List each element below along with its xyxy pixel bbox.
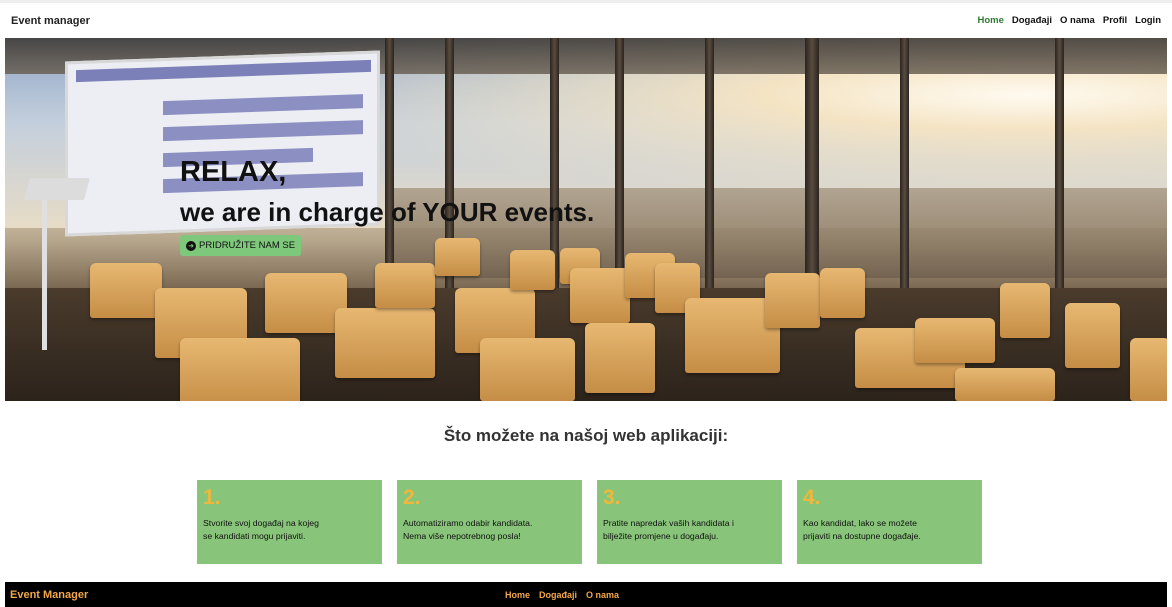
hero-subtitle: we are in charge of YOUR events. bbox=[180, 197, 595, 227]
feature-number: 2. bbox=[403, 486, 421, 509]
chair-image bbox=[335, 308, 435, 378]
feature-text-line: Nema više nepotrebnog posla! bbox=[403, 530, 521, 541]
screen-chart-bar bbox=[163, 94, 363, 116]
chair-image bbox=[480, 338, 575, 401]
lectern-stand bbox=[42, 200, 47, 350]
feature-number: 4. bbox=[803, 486, 821, 509]
chair-image bbox=[90, 263, 162, 318]
nav-links: Home Događaji O nama Profil Login bbox=[977, 15, 1161, 26]
feature-number: 3. bbox=[603, 486, 621, 509]
chair-image bbox=[585, 323, 655, 393]
screen-chart-bar bbox=[163, 120, 363, 142]
nav-link-login[interactable]: Login bbox=[1135, 15, 1161, 26]
feature-text-line: bilježite promjene u događaju. bbox=[603, 530, 719, 541]
arrow-circle-right-icon: ➜ bbox=[186, 240, 196, 251]
chair-image bbox=[570, 268, 630, 323]
feature-number: 1. bbox=[203, 486, 221, 509]
feature-text-line: prijaviti na dostupne događaje. bbox=[803, 530, 921, 541]
feature-text-line: Kao kandidat, lako se možete bbox=[803, 518, 917, 528]
chair-image bbox=[375, 263, 435, 308]
feature-text: Kao kandidat, lako se možete prijaviti n… bbox=[803, 517, 976, 542]
chair-image bbox=[435, 238, 480, 276]
feature-card: 1. Stvorite svoj događaj na kojeg se kan… bbox=[197, 480, 382, 564]
join-us-label: PRIDRUŽITE NAM SE bbox=[199, 240, 296, 251]
brand-logo[interactable]: Event manager bbox=[11, 15, 90, 27]
feature-text-line: Stvorite svoj događaj na kojeg bbox=[203, 518, 319, 528]
feature-card: 2. Automatiziramo odabir kandidata. Nema… bbox=[397, 480, 582, 564]
chair-image bbox=[510, 250, 555, 290]
chair-image bbox=[765, 273, 820, 328]
chair-image bbox=[180, 338, 300, 401]
features-title: Što možete na našoj web aplikaciji: bbox=[443, 426, 729, 445]
footer-link-about[interactable]: O nama bbox=[586, 590, 619, 600]
chair-image bbox=[1130, 338, 1167, 401]
hero-banner: RELAX, we are in charge of YOUR events. … bbox=[5, 38, 1167, 401]
nav-link-profile[interactable]: Profil bbox=[1103, 15, 1127, 26]
footer-link-events[interactable]: Događaji bbox=[539, 590, 577, 600]
chair-image bbox=[820, 268, 865, 318]
feature-text: Stvorite svoj događaj na kojeg se kandid… bbox=[203, 517, 376, 542]
feature-text: Automatiziramo odabir kandidata. Nema vi… bbox=[403, 517, 576, 542]
laptop-image bbox=[24, 178, 90, 200]
nav-link-about[interactable]: O nama bbox=[1060, 15, 1095, 26]
nav-link-events[interactable]: Događaji bbox=[1012, 15, 1052, 26]
footer: Event Manager Home Događaji O nama bbox=[5, 582, 1167, 607]
hero-title: RELAX, bbox=[180, 156, 287, 188]
feature-text-line: Pratite napredak vaših kandidata i bbox=[603, 518, 734, 528]
footer-links: Home Događaji O nama bbox=[505, 590, 619, 600]
feature-cards: 1. Stvorite svoj događaj na kojeg se kan… bbox=[197, 480, 982, 564]
feature-text-line: Automatiziramo odabir kandidata. bbox=[403, 518, 533, 528]
join-us-button[interactable]: ➜ PRIDRUŽITE NAM SE bbox=[180, 235, 302, 256]
feature-card: 4. Kao kandidat, lako se možete prijavit… bbox=[797, 480, 982, 564]
footer-brand[interactable]: Event Manager bbox=[10, 589, 88, 601]
feature-text: Pratite napredak vaših kandidata i bilje… bbox=[603, 517, 776, 542]
screen-header-bar bbox=[76, 59, 371, 83]
top-navbar: Event manager Home Događaji O nama Profi… bbox=[0, 0, 1172, 38]
feature-text-line: se kandidati mogu prijaviti. bbox=[203, 530, 306, 541]
chair-image bbox=[1065, 303, 1120, 368]
chair-image bbox=[915, 318, 995, 363]
footer-link-home[interactable]: Home bbox=[505, 590, 530, 600]
chair-image bbox=[955, 368, 1055, 401]
chair-image bbox=[1000, 283, 1050, 338]
nav-link-home[interactable]: Home bbox=[977, 15, 1003, 26]
feature-card: 3. Pratite napredak vaših kandidata i bi… bbox=[597, 480, 782, 564]
